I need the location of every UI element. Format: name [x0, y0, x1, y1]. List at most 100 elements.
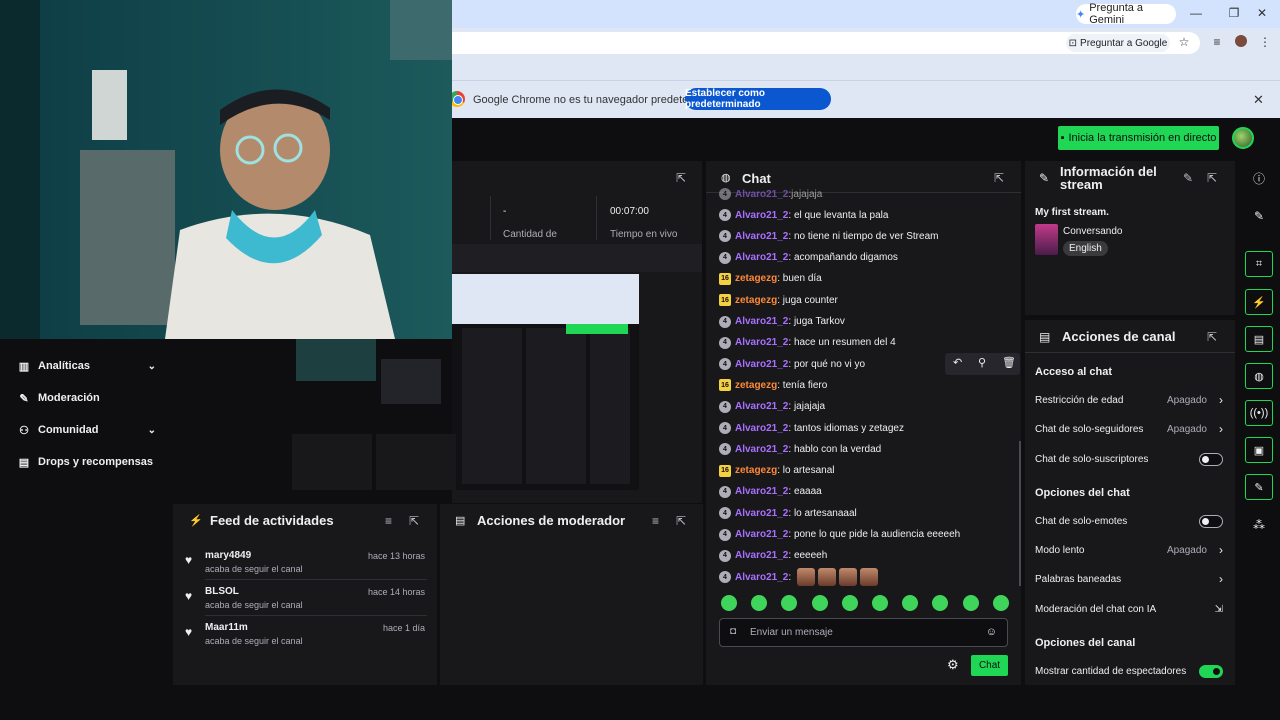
preview-icon[interactable]: ⌗ — [1245, 251, 1273, 277]
follower-name[interactable]: Maar11m — [205, 622, 248, 633]
popout-icon[interactable]: ⇱ — [676, 171, 686, 185]
slow-mode-row[interactable]: Modo lento Apagado › — [1035, 541, 1225, 559]
chat-username[interactable]: zetagezg — [735, 465, 777, 476]
chat-username[interactable]: Alvaro21_2 — [735, 550, 788, 561]
popout-icon[interactable]: ⇱ — [994, 171, 1004, 185]
live-time-label: Tiempo en vivo — [610, 229, 678, 240]
nav-item-drops[interactable]: ▤ Drops y recompensas — [0, 449, 172, 475]
follower-name[interactable]: BLSOL — [205, 586, 239, 597]
nav-item-moderation[interactable]: ✎ Moderación — [0, 385, 172, 411]
emote[interactable] — [859, 568, 878, 587]
chat-username[interactable]: Alvaro21_2 — [735, 359, 788, 370]
user-avatar[interactable] — [1232, 127, 1254, 149]
gemini-button[interactable]: ✦ Pregunta a Gemini — [1076, 2, 1176, 26]
document-icon[interactable]: ▤ — [1245, 326, 1273, 352]
chevron-down-icon: ⌄ — [147, 424, 156, 436]
filter-icon[interactable]: ≡ — [385, 514, 392, 528]
chat-text: lo artesanaaal — [793, 507, 857, 519]
edit-icon[interactable]: ✎ — [1245, 203, 1273, 229]
infobar-close-icon[interactable]: ✕ — [1253, 92, 1264, 108]
lightning-icon[interactable]: ⚡ — [1245, 289, 1273, 315]
send-chat-button[interactable]: Chat — [971, 655, 1008, 676]
sub-badge: 4 — [719, 528, 731, 541]
channel-icon[interactable]: ▣ — [1245, 437, 1273, 463]
chat-username[interactable]: zetagezg — [735, 273, 777, 284]
restore-icon[interactable]: ❐ — [1224, 6, 1244, 22]
minimize-icon[interactable]: — — [1186, 6, 1206, 22]
emote-bar-item[interactable] — [962, 595, 979, 611]
nav-item-label: Comunidad — [38, 424, 99, 436]
nav-item-community[interactable]: ⚇ Comunidad ⌄ — [0, 417, 172, 443]
emote-bar-item[interactable] — [872, 595, 888, 611]
chat-username[interactable]: zetagezg — [735, 295, 777, 306]
chat-text: juga Tarkov — [793, 316, 845, 327]
emote-picker-icon[interactable]: ☺ — [986, 626, 997, 638]
chat-username[interactable]: Alvaro21_2 — [735, 444, 788, 455]
reply-icon[interactable]: ↶ — [953, 356, 962, 369]
pin-icon[interactable]: ⚲ — [978, 356, 986, 369]
followers-only-row[interactable]: Chat de solo-seguidores Apagado › — [1035, 420, 1225, 438]
mod-actions-title: Acciones de moderador — [477, 513, 626, 528]
close-window-icon[interactable]: ✕ — [1252, 6, 1272, 22]
emote[interactable] — [817, 568, 836, 587]
chat-scrollbar[interactable] — [1019, 441, 1021, 586]
show-viewer-count-row: Mostrar cantidad de espectadores — [1035, 662, 1225, 680]
popout-icon[interactable]: ⇱ — [1207, 330, 1217, 344]
age-restriction-row[interactable]: Restricción de edad Apagado › — [1035, 391, 1225, 409]
emote-bar-item[interactable] — [721, 595, 737, 611]
emote-bar-item[interactable] — [992, 595, 1009, 611]
edit-icon[interactable]: ✎ — [1183, 171, 1193, 185]
chat-username[interactable]: Alvaro21_2 — [735, 252, 788, 263]
chat-username[interactable]: Alvaro21_2 — [735, 529, 788, 540]
add-widget-icon[interactable]: ⁂ — [1245, 512, 1273, 538]
sub-badge: 4 — [719, 209, 731, 221]
language-tag[interactable]: English — [1063, 241, 1108, 256]
filter-icon[interactable]: ≡ — [652, 514, 659, 528]
follower-name[interactable]: mary4849 — [205, 550, 251, 561]
go-live-button[interactable]: ▪ Inicia la transmisión en directo — [1058, 126, 1219, 150]
feed-time: hace 1 día — [382, 623, 425, 633]
ask-google-button[interactable]: ⊡ Preguntar a Google — [1066, 34, 1170, 52]
banned-words-row[interactable]: Palabras baneadas › — [1035, 570, 1225, 588]
popout-icon[interactable]: ⇱ — [1207, 171, 1217, 185]
popout-icon[interactable]: ⇱ — [676, 514, 686, 528]
ai-moderation-row[interactable]: Moderación del chat con IA ⇲ — [1035, 600, 1225, 618]
row-label: Palabras baneadas — [1035, 573, 1122, 585]
feed-time: hace 13 horas — [367, 551, 425, 561]
nav-item-analytics[interactable]: ▥ Analíticas ⌄ — [0, 353, 172, 379]
emote-bar-item[interactable] — [841, 595, 858, 611]
chat-username[interactable]: Alvaro21_2 — [735, 508, 788, 519]
set-default-button[interactable]: Establecer como predeterminado — [685, 88, 831, 110]
broadcast-icon[interactable]: ((•)) — [1245, 400, 1273, 426]
subs-only-toggle[interactable] — [1199, 452, 1223, 466]
emotes-only-toggle[interactable] — [1199, 514, 1223, 528]
popout-icon[interactable]: ⇱ — [409, 514, 419, 528]
category-boxart[interactable] — [1035, 224, 1058, 255]
chat-username[interactable]: Alvaro21_2 — [735, 401, 788, 412]
emote-bar-item[interactable] — [811, 595, 828, 611]
category-name[interactable]: Conversando — [1063, 226, 1122, 237]
emote[interactable] — [838, 568, 857, 587]
wrench-icon[interactable]: ✎ — [1245, 474, 1273, 500]
chat-username[interactable]: Alvaro21_2 — [735, 189, 788, 200]
chat-username[interactable]: Alvaro21_2 — [735, 231, 788, 242]
chat-username[interactable]: Alvaro21_2 — [735, 210, 788, 221]
chat-message: 4 Alvaro21_2: el que levanta la pala — [719, 205, 888, 225]
chat-username[interactable]: Alvaro21_2 — [735, 337, 788, 348]
emote[interactable] — [796, 568, 815, 587]
chat-username[interactable]: Alvaro21_2 — [735, 423, 788, 434]
chat-username[interactable]: zetagezg — [735, 380, 777, 391]
show-viewer-count-toggle[interactable] — [1199, 664, 1223, 678]
profile-avatar-icon[interactable] — [1232, 35, 1250, 51]
media-icon[interactable]: ≡ — [1208, 35, 1226, 51]
menu-kebab-icon[interactable]: ⋮ — [1256, 35, 1274, 51]
chat-username[interactable]: Alvaro21_2 — [735, 486, 788, 497]
chat-settings-icon[interactable]: ⚙ — [947, 657, 959, 673]
chat-bubble-icon[interactable]: ◍ — [1245, 363, 1273, 389]
delete-icon[interactable]: 🗑 — [1002, 356, 1016, 369]
chat-username[interactable]: Alvaro21_2 — [735, 316, 788, 327]
info-icon[interactable]: ⓘ — [1245, 165, 1273, 191]
bookmark-star-icon[interactable]: ☆ — [1175, 35, 1193, 51]
chat-username[interactable]: Alvaro21_2 — [735, 572, 788, 583]
chat-input[interactable]: ◘ Enviar un mensaje ☺ — [719, 618, 1008, 647]
